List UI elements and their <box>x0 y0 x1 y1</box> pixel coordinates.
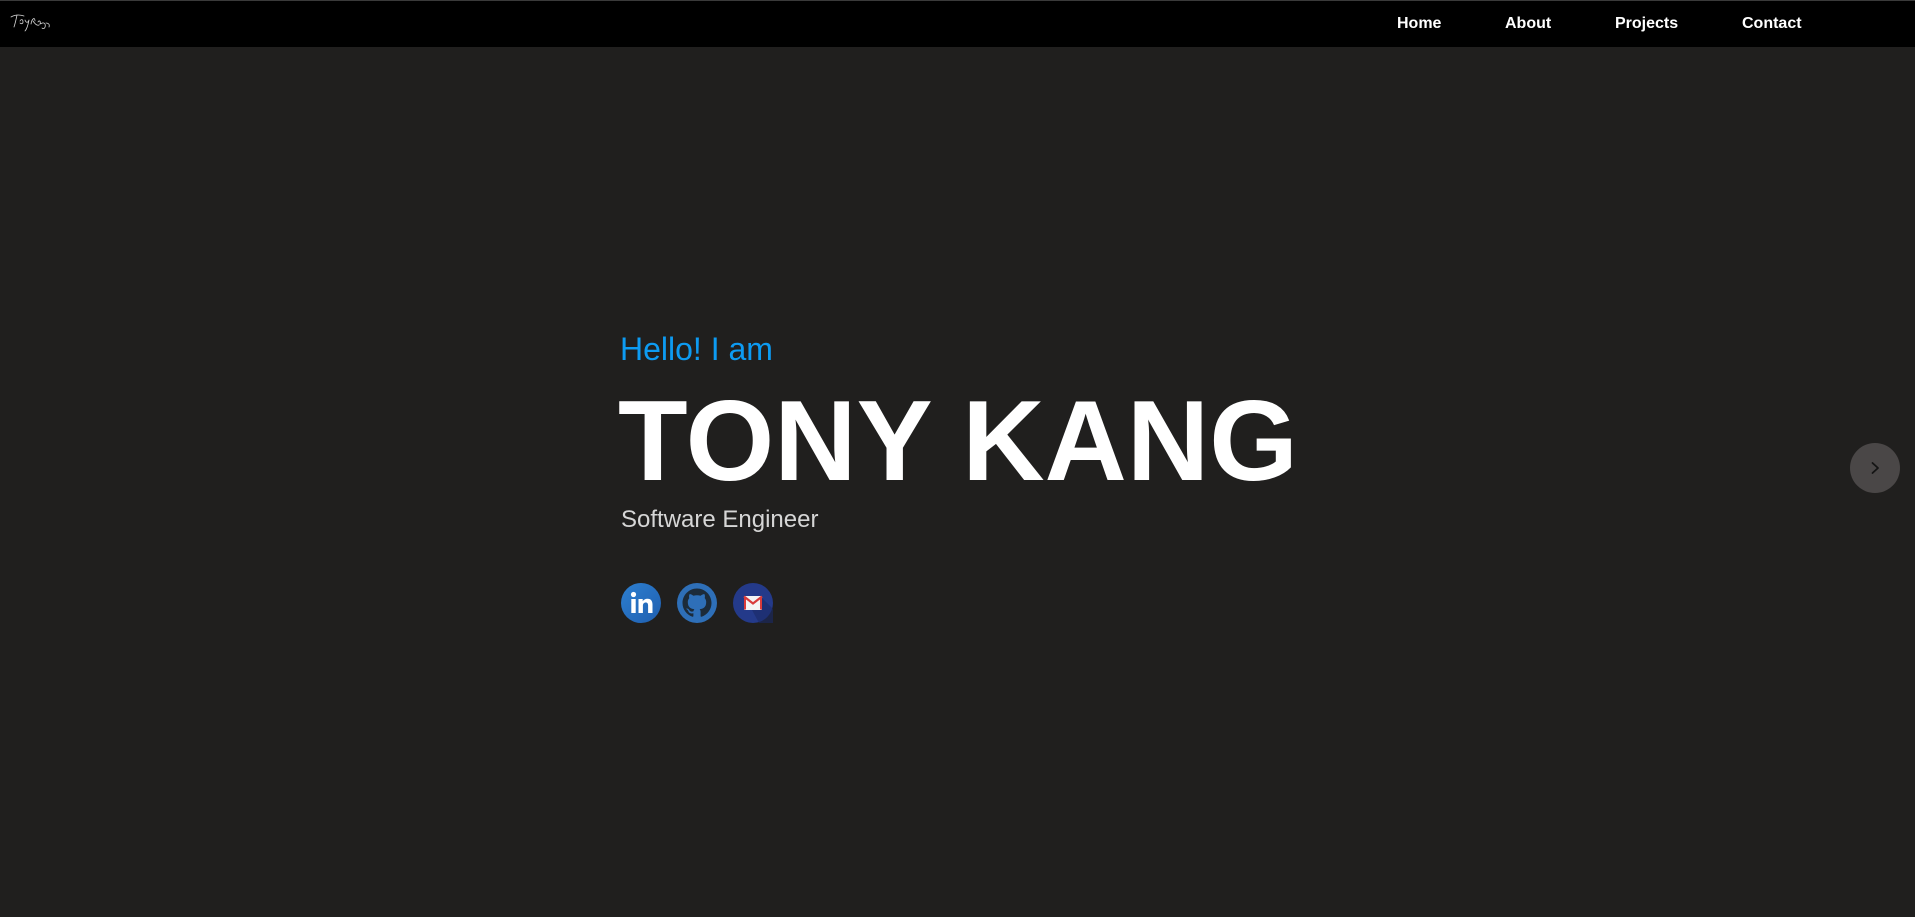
hero-name: TONY KANG <box>618 378 1298 505</box>
chevron-right-icon <box>1871 462 1879 474</box>
signature-logo-icon[interactable] <box>8 11 52 37</box>
hero-greeting: Hello! I am <box>620 331 773 367</box>
nav-home[interactable]: Home <box>1397 15 1441 33</box>
github-icon[interactable] <box>677 583 717 623</box>
nav-about[interactable]: About <box>1505 15 1551 33</box>
gmail-icon[interactable] <box>733 583 773 623</box>
hero-role: Software Engineer <box>621 506 819 533</box>
next-slide-button[interactable] <box>1850 443 1900 493</box>
nav-projects[interactable]: Projects <box>1615 15 1678 33</box>
navbar: Home About Projects Contact <box>0 0 1915 47</box>
nav-contact[interactable]: Contact <box>1742 15 1802 33</box>
social-links <box>621 583 773 623</box>
linkedin-icon[interactable] <box>621 583 661 623</box>
